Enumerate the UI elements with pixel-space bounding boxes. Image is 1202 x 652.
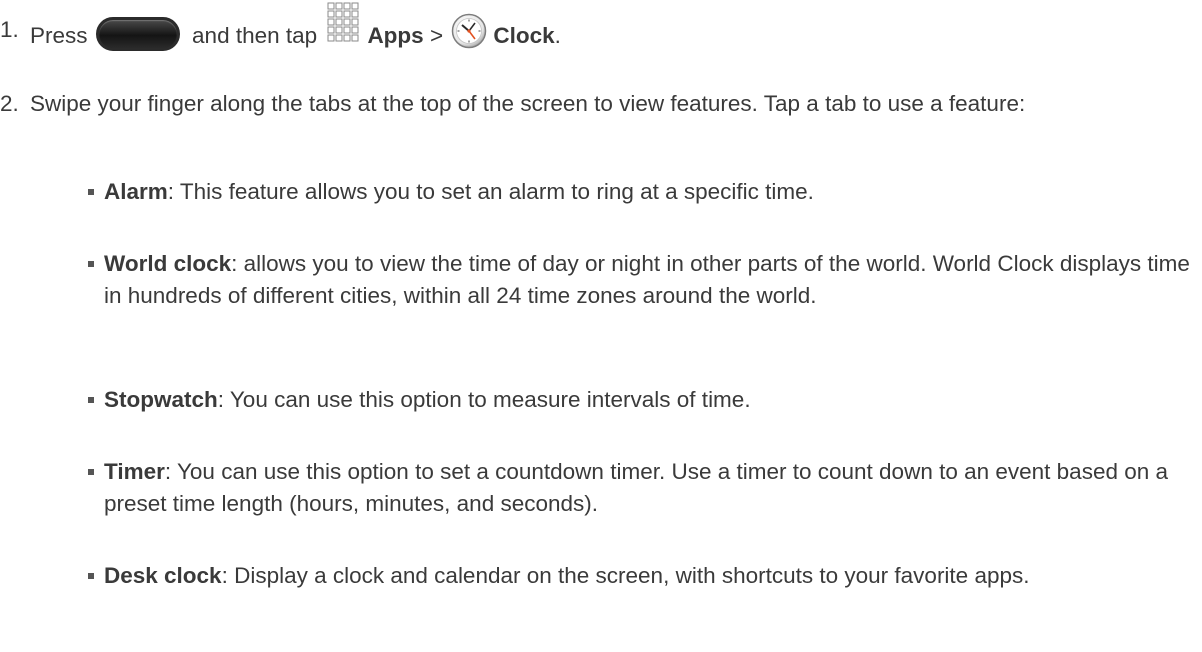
press-text: Press: [30, 22, 88, 48]
list-item-text: Desk clock: Display a clock and calendar…: [104, 560, 1199, 592]
home-button-icon: [95, 17, 180, 51]
bullet-square-icon: [88, 261, 94, 267]
step-end-period: .: [554, 22, 561, 48]
list-item-text: Timer: You can use this option to set a …: [104, 456, 1199, 520]
feature-description: : allows you to view the time of day or …: [104, 251, 1190, 308]
clock-label: Clock: [493, 22, 555, 48]
and-then-tap-text: and then tap: [192, 22, 318, 48]
step-body: Swipe your finger along the tabs at the …: [30, 91, 1026, 116]
feature-name: World clock: [104, 251, 232, 276]
feature-name: Desk clock: [104, 563, 222, 588]
bullet-square-icon: [88, 397, 94, 403]
list-item-text: World clock: allows you to view the time…: [104, 248, 1199, 312]
step-number: 2.: [0, 91, 19, 116]
bullet-square-icon: [88, 469, 94, 475]
feature-name: Timer: [104, 459, 165, 484]
feature-description: : You can use this option to measure int…: [217, 387, 751, 412]
feature-name: Alarm: [104, 179, 168, 204]
step-body: Press and then tap Apps > Clock.: [30, 2, 561, 60]
feature-name: Stopwatch: [104, 387, 218, 412]
list-item-text: Alarm: This feature allows you to set an…: [104, 176, 1199, 208]
clock-app-icon: [451, 13, 487, 49]
apps-grid-icon: [327, 2, 361, 48]
apps-label: Apps: [367, 22, 424, 48]
feature-description: : This feature allows you to set an alar…: [167, 179, 814, 204]
bullet-square-icon: [88, 573, 94, 579]
menu-separator: >: [429, 22, 444, 48]
feature-description: : Display a clock and calendar on the sc…: [221, 563, 1030, 588]
bullet-square-icon: [88, 189, 94, 195]
instructions-page: 1. Press and then tap Apps > Clock. 2. S…: [0, 0, 1202, 652]
feature-description: : You can use this option to set a count…: [104, 459, 1169, 516]
step-number: 1.: [0, 17, 19, 42]
list-item-text: Stopwatch: You can use this option to me…: [104, 384, 1199, 416]
step-1: 1. Press and then tap Apps > Clock.: [0, 2, 1202, 54]
